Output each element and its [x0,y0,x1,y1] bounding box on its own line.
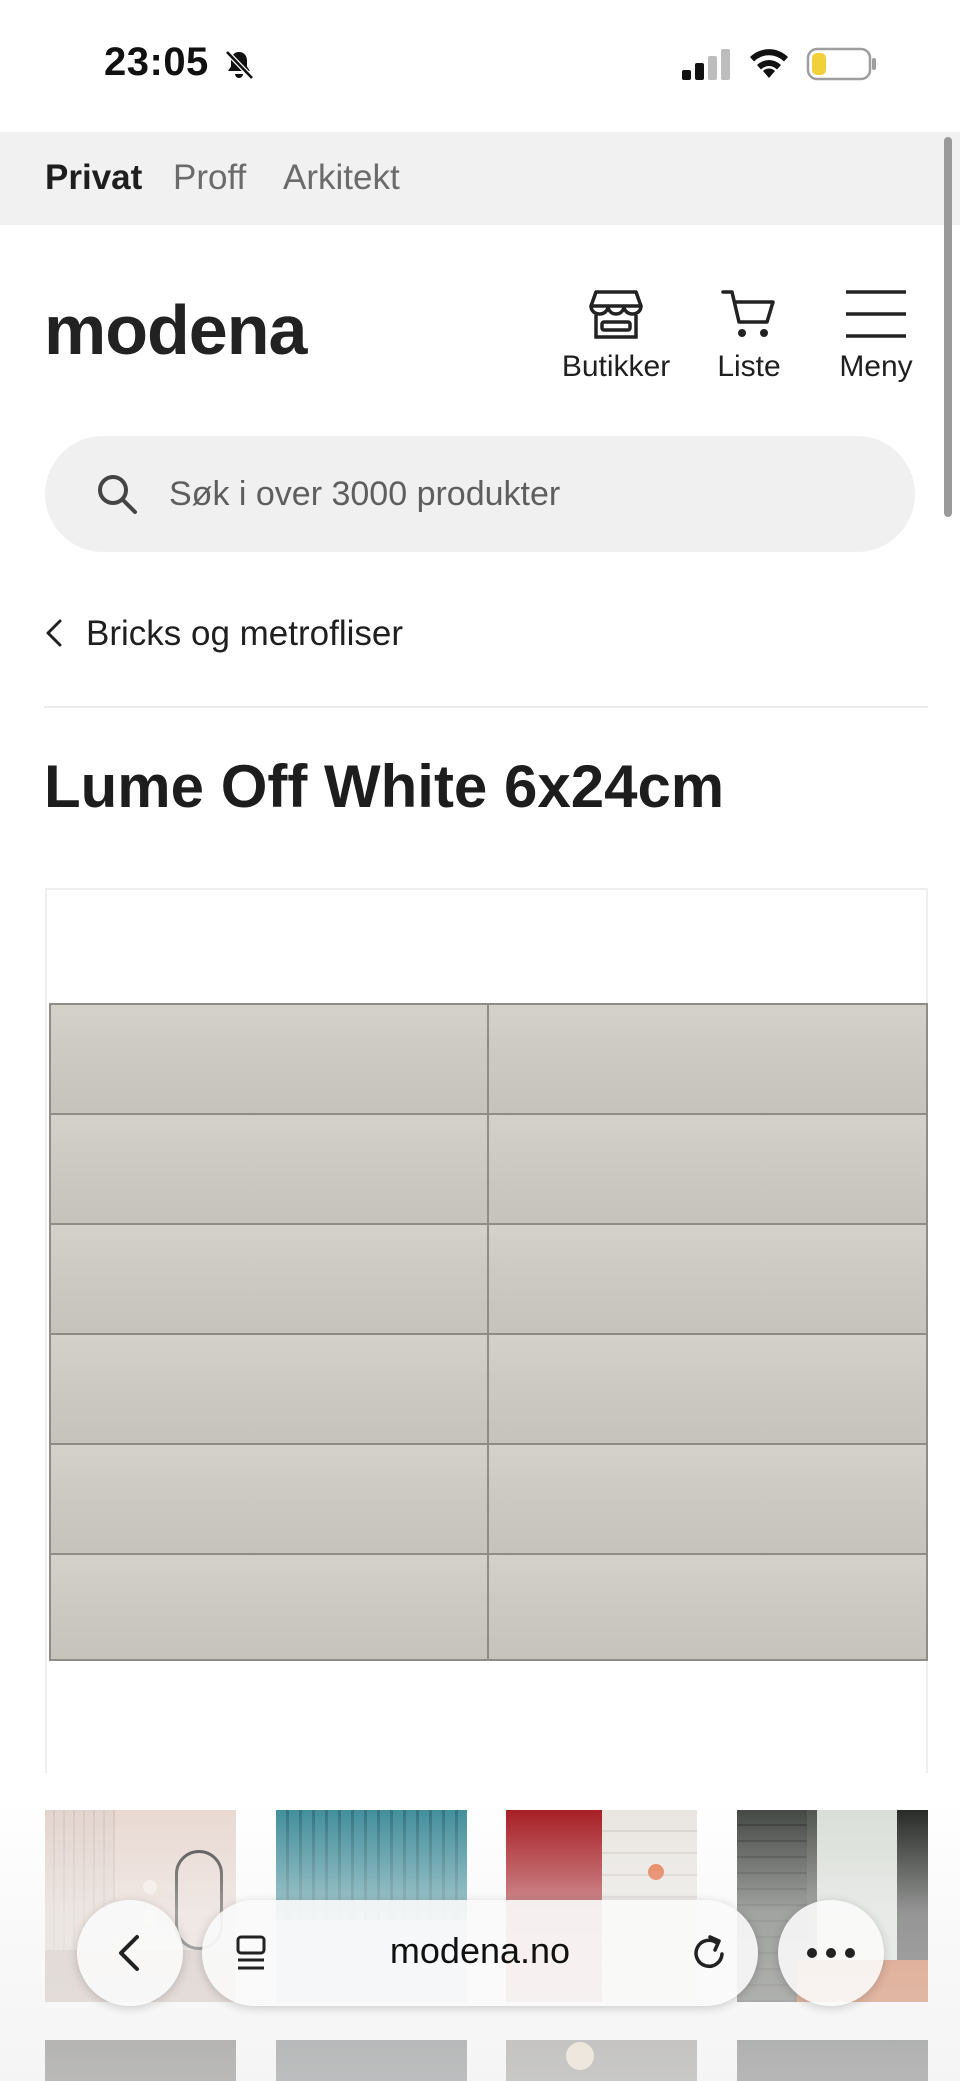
list-button[interactable]: Liste [706,288,792,384]
search-icon [98,475,137,514]
audience-tabs: Privat Proff Arkitekt [0,132,960,225]
divider [44,706,928,708]
cellular-signal-icon [682,49,730,80]
status-bar: 23:05 [0,0,960,132]
browser-back-button[interactable] [77,1900,183,2006]
bell-slash-icon [225,50,254,80]
search-bar[interactable] [45,436,915,552]
reload-icon[interactable] [690,1932,730,1974]
svg-text:modena: modena [44,296,308,364]
battery-low-icon [806,47,876,81]
browser-more-button[interactable] [778,1900,884,2006]
stores-button[interactable]: Butikker [556,288,676,384]
store-icon [589,290,643,339]
tab-privat[interactable]: Privat [45,158,142,198]
list-label: Liste [717,350,781,383]
tab-arkitekt[interactable]: Arkitekt [283,158,400,198]
menu-button[interactable]: Meny [830,288,922,384]
stores-label: Butikker [561,350,671,383]
status-time: 23:05 [104,40,209,84]
product-image [49,1003,928,1661]
browser-address-bar[interactable]: modena.no [202,1900,758,2006]
chevron-left-icon [46,619,62,647]
product-title: Lume Off White 6x24cm [44,753,725,820]
product-image-gallery[interactable] [45,888,928,1773]
menu-label: Meny [839,350,913,383]
breadcrumb-label: Bricks og metrofliser [86,614,404,653]
more-dots-icon [807,1948,855,1958]
cart-icon [721,290,775,337]
page-scrollbar[interactable] [944,137,952,517]
chevron-left-icon [119,1935,139,1971]
tab-proff[interactable]: Proff [173,158,246,198]
modena-logo[interactable]: modena [44,296,344,364]
browser-url: modena.no [389,1930,571,1971]
search-input[interactable] [169,470,869,518]
hamburger-menu-icon [846,290,906,338]
wifi-icon [750,49,788,78]
